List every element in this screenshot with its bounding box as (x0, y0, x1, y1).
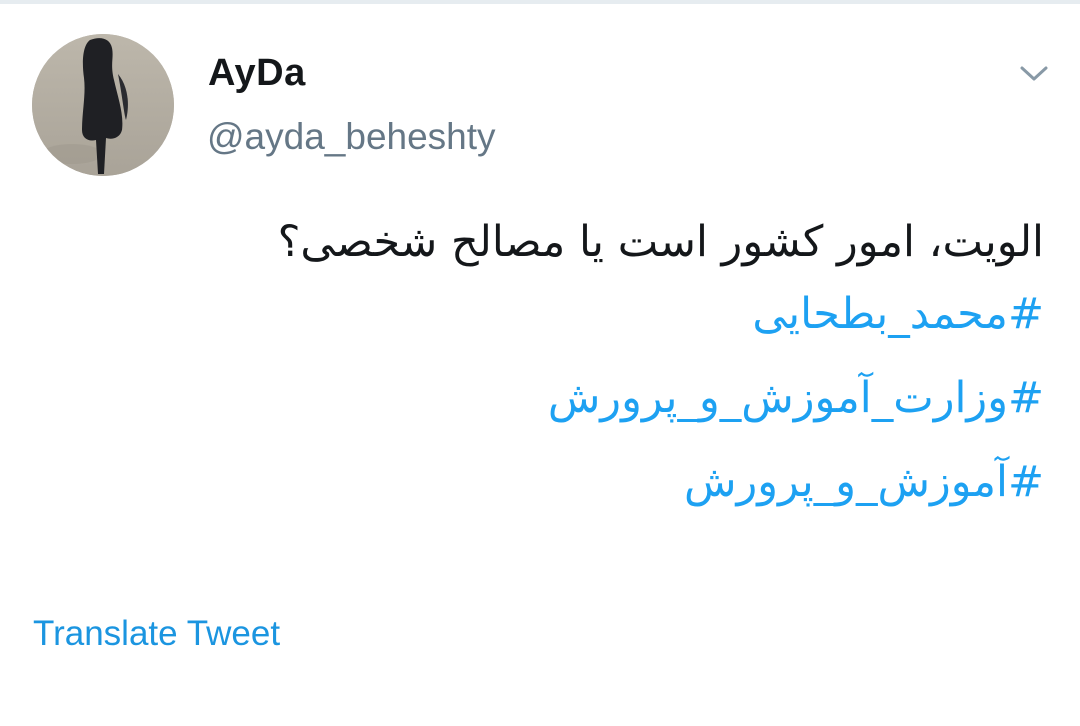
translate-tweet-link[interactable]: Translate Tweet (33, 614, 280, 654)
hashtag-link[interactable]: #آموزش_و_پرورش (34, 452, 1044, 536)
top-divider (0, 0, 1080, 4)
chevron-down-icon[interactable] (1016, 58, 1052, 88)
hashtag-link[interactable]: #وزارت_آموزش_و_پرورش (34, 368, 1044, 452)
user-handle[interactable]: @ayda_beheshty (207, 116, 496, 158)
avatar[interactable] (32, 34, 174, 176)
tweet-body: الویت، امور کشور است یا مصالح شخصی؟ #محم… (34, 212, 1044, 536)
hashtag-link[interactable]: #محمد_بطحایی (34, 284, 1044, 368)
tweet-text: الویت، امور کشور است یا مصالح شخصی؟ (277, 217, 1044, 267)
display-name[interactable]: AyDa (208, 52, 306, 95)
avatar-image (32, 34, 174, 176)
